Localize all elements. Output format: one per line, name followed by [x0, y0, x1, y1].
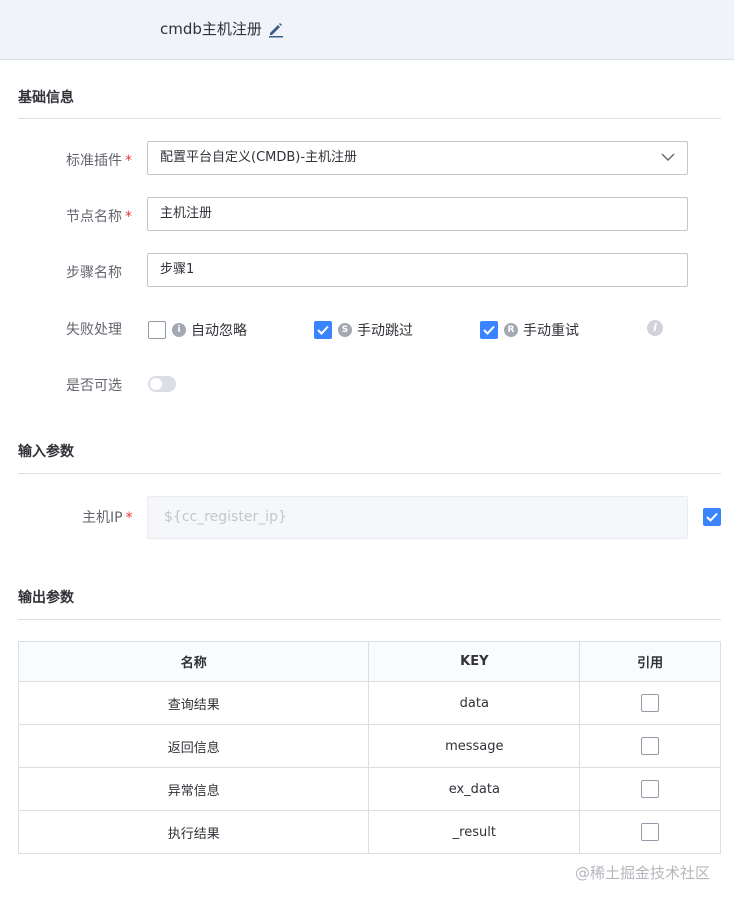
- row-name: 执行结果: [17, 810, 370, 854]
- header-bar: cmdb主机注册: [0, 0, 734, 60]
- required-mark: *: [125, 153, 132, 169]
- plugin-label: 标准插件 *: [66, 150, 132, 170]
- manual-retry-checkbox[interactable]: [480, 321, 498, 339]
- row-key: ex_data: [368, 767, 581, 811]
- divider: [18, 473, 721, 474]
- required-mark: *: [125, 209, 132, 225]
- host-ip-input[interactable]: ${cc_register_ip}: [147, 496, 688, 539]
- required-mark: *: [125, 510, 133, 526]
- step-name-label: 步骤名称: [66, 265, 122, 281]
- node-name-value: 主机注册: [160, 206, 213, 221]
- auto-ignore-label: 自动忽略: [191, 323, 247, 339]
- divider: [18, 619, 721, 620]
- row-reference-cell: [579, 681, 721, 725]
- node-name-label-text: 节点名称: [66, 209, 122, 225]
- step-name-value: 步骤1: [160, 262, 195, 277]
- plugin-label-text: 标准插件: [66, 153, 122, 169]
- check-icon: [706, 512, 718, 522]
- step-name-input[interactable]: 步骤1: [147, 253, 688, 287]
- row-name: 返回信息: [17, 724, 370, 768]
- row-reference-cell: [579, 810, 721, 854]
- host-ip-reference-checkbox[interactable]: [703, 508, 721, 526]
- reference-checkbox[interactable]: [641, 694, 660, 712]
- host-ip-value: ${cc_register_ip}: [164, 509, 287, 525]
- auto-ignore-checkbox[interactable]: [148, 321, 166, 339]
- node-name-label: 节点名称 *: [66, 206, 132, 226]
- reference-checkbox[interactable]: [641, 823, 660, 841]
- info-badge-icon: i: [172, 323, 186, 337]
- host-ip-label-text: 主机IP: [82, 510, 123, 526]
- check-icon: [317, 325, 329, 335]
- watermark: @稀土掘金技术社区: [574, 864, 710, 882]
- row-key: message: [368, 724, 581, 768]
- node-title: cmdb主机注册: [160, 18, 285, 39]
- plugin-select-value: 配置平台自定义(CMDB)-主机注册: [160, 150, 358, 165]
- plugin-select[interactable]: 配置平台自定义(CMDB)-主机注册: [147, 141, 688, 175]
- reference-checkbox[interactable]: [641, 737, 660, 755]
- table-row: 返回信息 message: [17, 724, 721, 768]
- row-reference-cell: [579, 767, 721, 811]
- section-title-input: 输入参数: [18, 444, 74, 460]
- manual-skip-checkbox[interactable]: [314, 321, 332, 339]
- table-header-row: 名称 KEY 引用: [17, 641, 721, 682]
- column-header-key: KEY: [368, 641, 581, 682]
- column-header-name: 名称: [17, 641, 370, 682]
- failure-label: 失败处理: [66, 322, 122, 338]
- chevron-down-icon: [661, 153, 675, 161]
- section-title-output: 输出参数: [18, 590, 74, 606]
- manual-skip-label: 手动跳过: [357, 323, 413, 339]
- node-name-input[interactable]: 主机注册: [147, 197, 688, 231]
- row-name: 异常信息: [17, 767, 370, 811]
- table-row: 查询结果 data: [17, 681, 721, 725]
- host-ip-label: 主机IP *: [82, 507, 133, 527]
- output-params-table: 名称 KEY 引用 查询结果 data 返回信息 message 异常信息 ex…: [17, 641, 721, 854]
- table-row: 异常信息 ex_data: [17, 767, 721, 811]
- table-row: 执行结果 _result: [17, 810, 721, 854]
- manual-retry-label: 手动重试: [523, 323, 579, 339]
- check-icon: [483, 325, 495, 335]
- retry-badge-icon: R: [504, 323, 518, 337]
- section-title-basic: 基础信息: [18, 90, 74, 106]
- column-header-reference: 引用: [579, 641, 721, 682]
- skip-badge-icon: S: [338, 323, 352, 337]
- row-name: 查询结果: [17, 681, 370, 725]
- optional-toggle[interactable]: [148, 376, 176, 392]
- row-reference-cell: [579, 724, 721, 768]
- row-key: data: [368, 681, 581, 725]
- row-key: _result: [368, 810, 581, 854]
- reference-checkbox[interactable]: [641, 780, 660, 798]
- optional-label: 是否可选: [66, 378, 122, 394]
- edit-pencil-icon[interactable]: [267, 20, 285, 38]
- info-tooltip-icon[interactable]: i: [647, 320, 663, 336]
- node-title-text: cmdb主机注册: [160, 20, 262, 38]
- divider: [18, 118, 721, 119]
